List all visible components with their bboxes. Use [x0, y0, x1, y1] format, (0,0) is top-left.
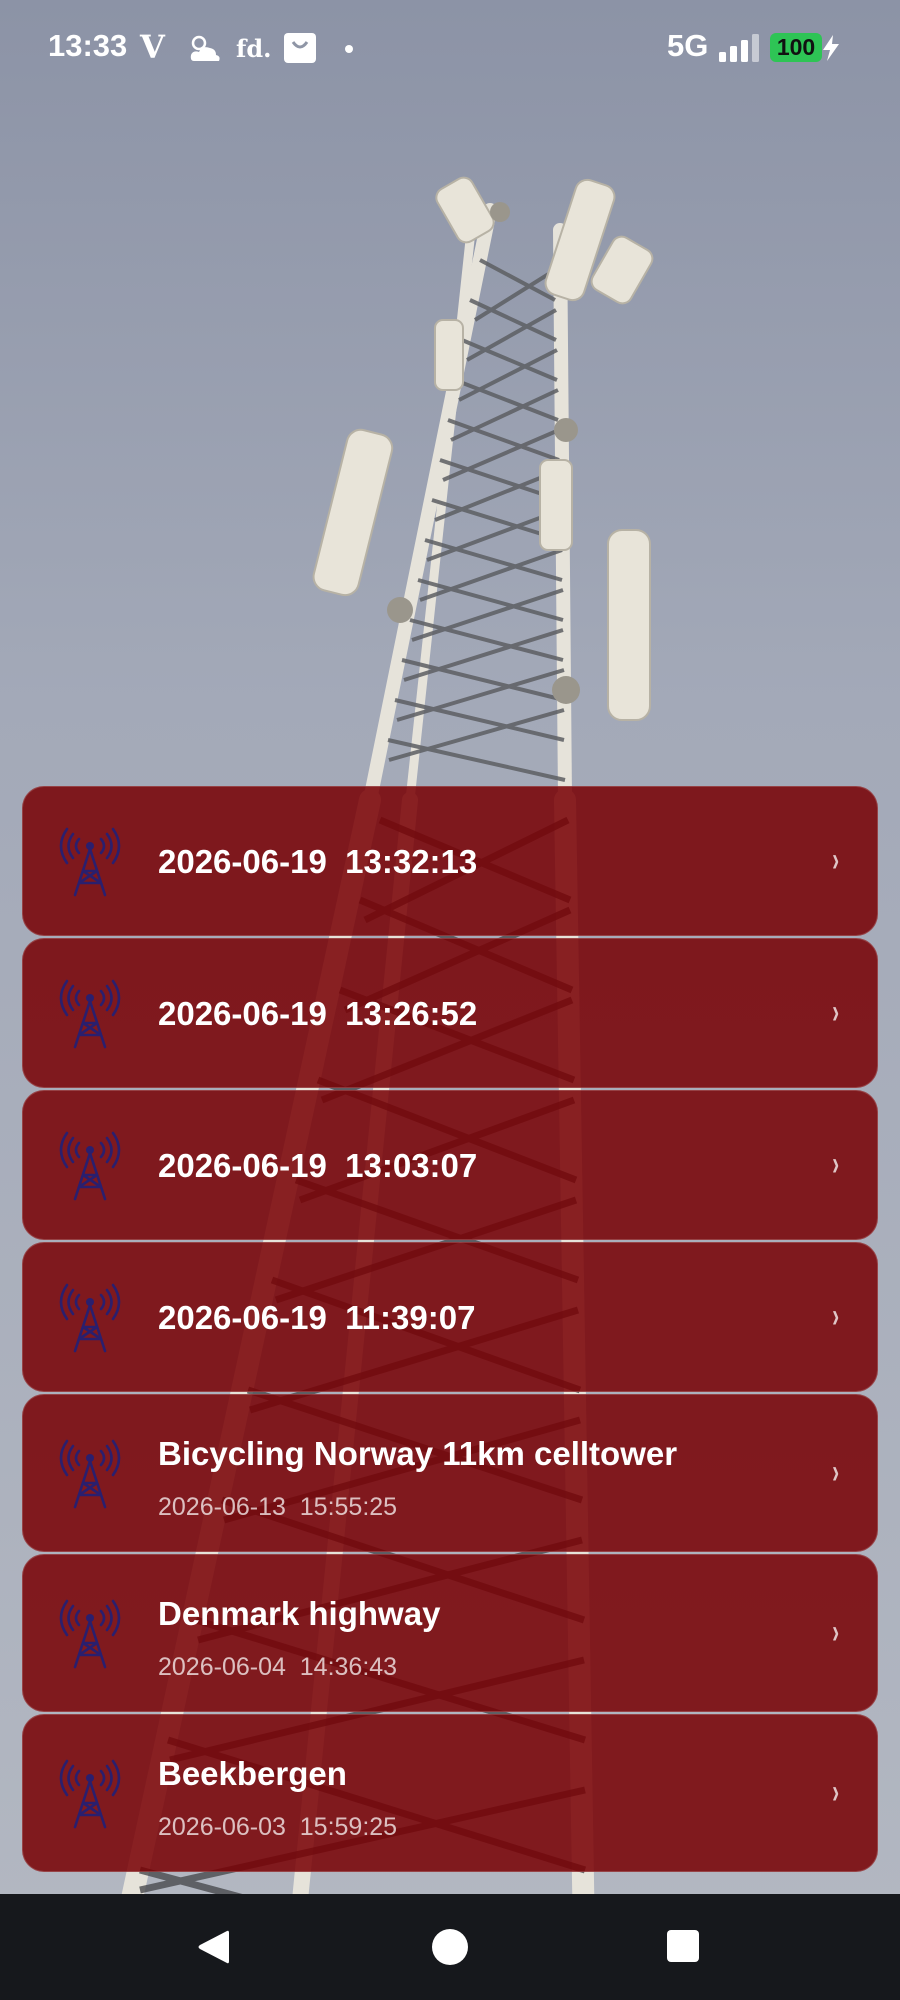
home-icon — [432, 1929, 468, 1965]
entry-title: Beekbergen — [158, 1755, 347, 1792]
entry-timestamp: 2026-06-04 14:36:43 — [158, 1653, 398, 1681]
list-item[interactable]: Beekbergen 2026-06-03 15:59:25 › — [22, 1714, 878, 1872]
entry-title: Bicycling Norway 11km celltower — [158, 1435, 678, 1472]
list-item[interactable]: Denmark highway 2026-06-04 14:36:43 › — [22, 1554, 878, 1712]
list-item[interactable]: 2026-06-19 13:32:13 › — [22, 786, 878, 936]
entry-timestamp: 2026-06-13 15:55:25 — [158, 1493, 398, 1521]
chevron-right-icon: › — [831, 1453, 839, 1491]
chevron-right-icon: › — [831, 1613, 839, 1651]
battery-level: 100 — [770, 33, 822, 62]
cell-tower-icon — [59, 1439, 121, 1509]
cell-tower-icon — [59, 1283, 121, 1353]
back-icon — [198, 1930, 229, 1964]
cell-tower-icon — [59, 1131, 121, 1201]
vivaldi-icon: V — [140, 28, 165, 66]
back-button[interactable] — [155, 1894, 275, 2000]
entry-title: 2026-06-19 13:26:52 — [158, 995, 478, 1032]
entry-title: 2026-06-19 13:03:07 — [158, 1147, 478, 1184]
home-button[interactable] — [390, 1894, 510, 2000]
signal-icon — [719, 34, 759, 62]
cell-tower-icon — [59, 1599, 121, 1669]
chevron-right-icon: › — [831, 841, 839, 879]
cell-tower-icon — [59, 979, 121, 1049]
status-bar: 13:33 V fd. 5G 100 — [0, 0, 900, 96]
fd-icon: fd. — [236, 34, 272, 63]
network-type: 5G — [667, 28, 709, 63]
entry-title: Denmark highway — [158, 1595, 441, 1632]
list-item[interactable]: Bicycling Norway 11km celltower 2026-06-… — [22, 1394, 878, 1552]
recents-icon — [667, 1930, 699, 1962]
chevron-right-icon: › — [831, 1297, 839, 1335]
list-item[interactable]: 2026-06-19 13:03:07 › — [22, 1090, 878, 1240]
cell-tower-icon — [59, 827, 121, 897]
entry-title: 2026-06-19 13:32:13 — [158, 843, 478, 880]
entry-title: 2026-06-19 11:39:07 — [158, 1299, 476, 1336]
entry-list: 2026-06-19 13:32:13 › 2026-06-19 13:26:5… — [22, 786, 878, 1874]
weather-icon — [190, 35, 220, 61]
shopping-bag-icon — [284, 33, 316, 63]
list-item[interactable]: 2026-06-19 13:26:52 › — [22, 938, 878, 1088]
cell-tower-icon — [59, 1759, 121, 1829]
navigation-bar — [0, 1894, 900, 2000]
charging-icon — [823, 35, 839, 61]
dot-icon — [345, 45, 353, 53]
chevron-right-icon: › — [831, 1773, 839, 1811]
recents-button[interactable] — [624, 1894, 744, 2000]
entry-timestamp: 2026-06-03 15:59:25 — [158, 1813, 398, 1841]
list-item[interactable]: 2026-06-19 11:39:07 › — [22, 1242, 878, 1392]
chevron-right-icon: › — [831, 993, 839, 1031]
chevron-right-icon: › — [831, 1145, 839, 1183]
status-time: 13:33 — [48, 28, 128, 63]
